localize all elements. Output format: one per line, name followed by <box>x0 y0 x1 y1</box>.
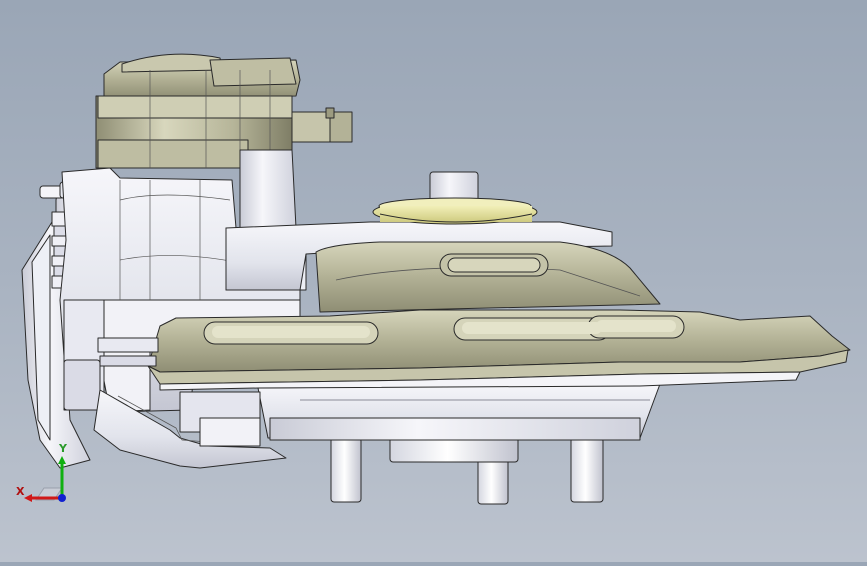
drum-upper-shell <box>315 241 661 313</box>
cad-viewport[interactable]: Y X <box>0 0 867 562</box>
x-axis-label: X <box>16 485 25 498</box>
x-axis-arrowhead <box>24 494 32 502</box>
link-rod <box>97 337 159 353</box>
hub-ring <box>269 417 641 441</box>
caliper-boss <box>63 359 101 411</box>
cad-model-drawing[interactable] <box>0 0 867 562</box>
motor-lower-band <box>97 139 249 169</box>
cad-assembly <box>21 53 851 505</box>
motor-lid-right <box>209 57 297 87</box>
hub-stud <box>330 437 362 503</box>
motor-housing <box>95 53 353 169</box>
y-axis-label: Y <box>59 442 67 455</box>
triad-graphic <box>24 456 66 502</box>
coordinate-triad: Y X <box>14 438 84 508</box>
motor-top-lid <box>121 53 223 73</box>
motor-band <box>97 95 293 119</box>
hub-stud <box>570 437 604 503</box>
z-axis-dot <box>58 494 66 502</box>
hub-stud-pegs <box>330 435 604 505</box>
y-axis-arrowhead <box>58 456 66 464</box>
gearbox-housing <box>239 149 297 229</box>
center-cap <box>429 171 479 203</box>
